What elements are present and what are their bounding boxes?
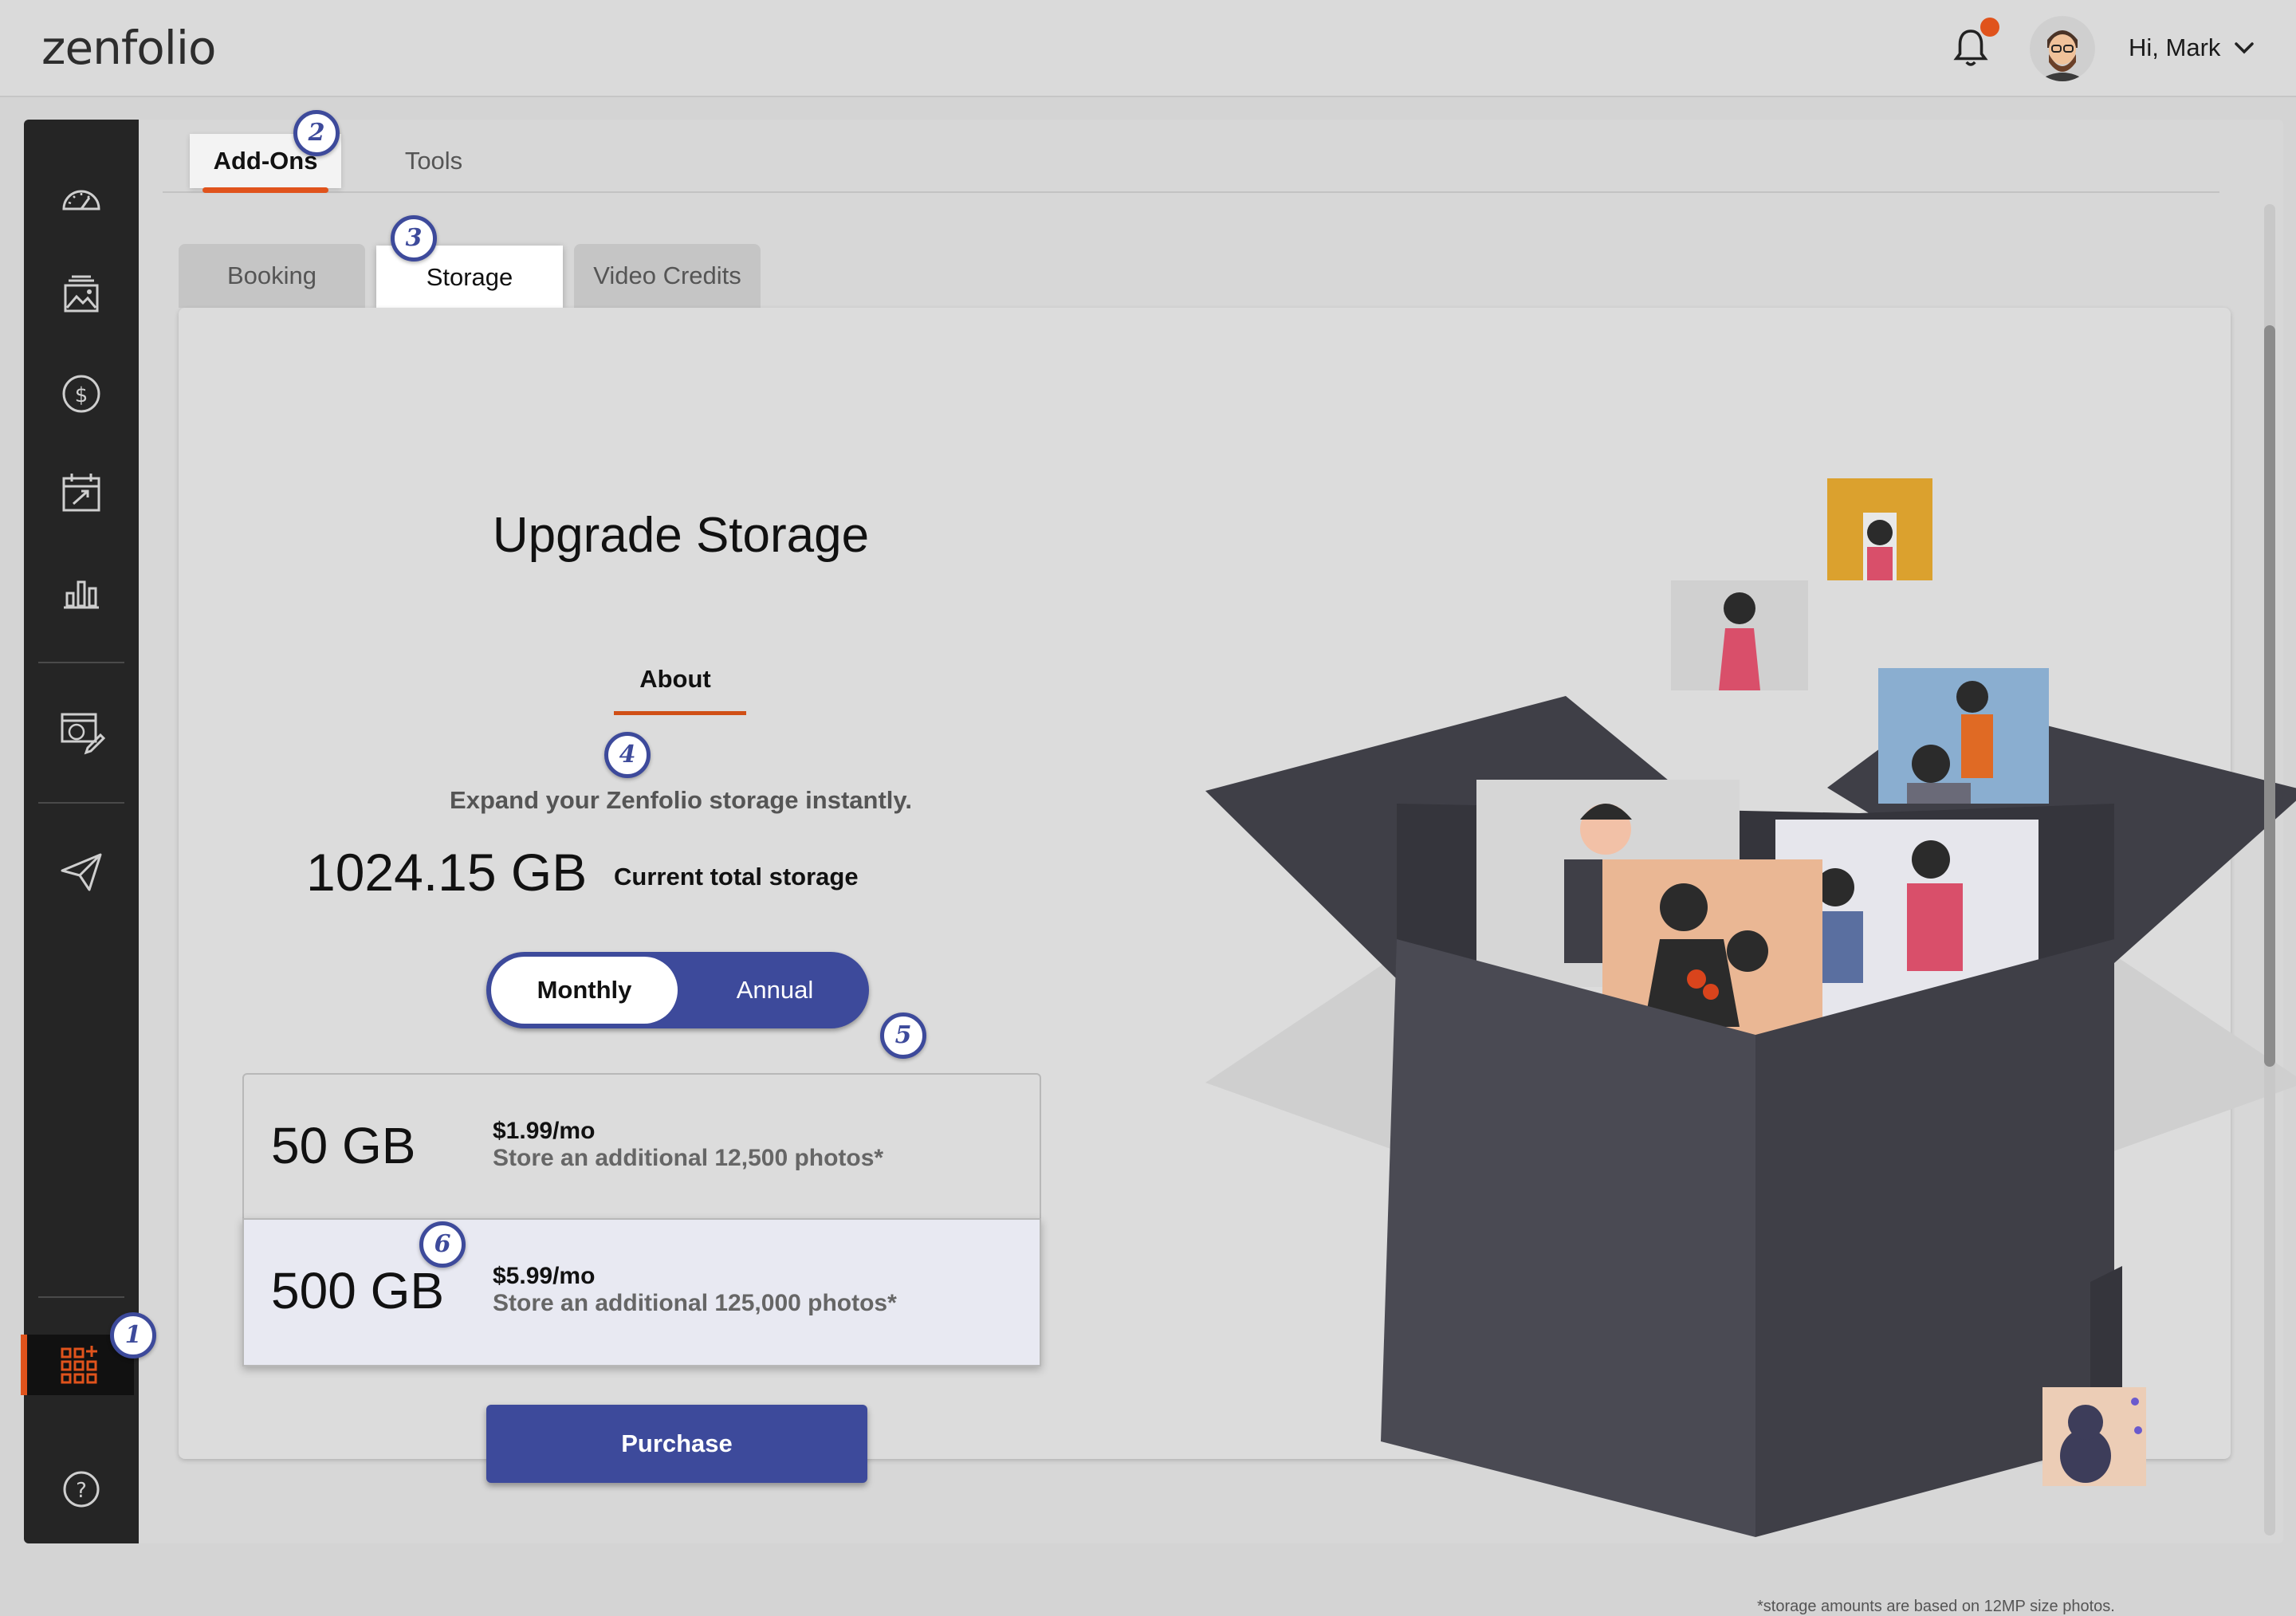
- photo-frame: [1878, 668, 2049, 804]
- step-marker: 2: [293, 110, 340, 156]
- chevron-down-icon[interactable]: [2232, 37, 2256, 59]
- step-marker: 6: [419, 1221, 466, 1268]
- annual-option[interactable]: Annual: [686, 952, 864, 1028]
- send-icon[interactable]: [56, 847, 107, 898]
- avatar[interactable]: [2030, 16, 2095, 81]
- plan-price: $1.99/mo: [493, 1118, 596, 1144]
- storage-tagline: Expand your Zenfolio storage instantly.: [450, 786, 912, 814]
- current-storage-value: 1024.15 GB: [306, 843, 588, 902]
- notification-dot: [1980, 18, 1999, 37]
- main-panel: Add-Ons Tools Booking Storage Video Cred…: [139, 120, 2296, 1615]
- scrollbar-thumb[interactable]: [2264, 325, 2275, 1067]
- plan-description: Store an additional 125,000 photos*: [493, 1290, 897, 1316]
- photo-frame: [2042, 1387, 2146, 1486]
- scrollbar[interactable]: [2264, 204, 2275, 1535]
- svg-text:$: $: [75, 383, 88, 407]
- sales-icon[interactable]: $: [56, 368, 107, 419]
- plan-price: $5.99/mo: [493, 1263, 596, 1289]
- help-icon[interactable]: ?: [56, 1464, 107, 1515]
- purchase-button[interactable]: Purchase: [486, 1405, 867, 1483]
- step-marker: 1: [110, 1312, 156, 1358]
- sidebar-divider: [38, 662, 124, 663]
- sidebar-divider: [38, 802, 124, 804]
- box-illustration: [1205, 478, 2296, 1537]
- top-bar: zenfolio Hi, Mark: [0, 0, 2296, 97]
- calendar-icon[interactable]: [56, 467, 107, 518]
- plan-description: Store an additional 12,500 photos*: [493, 1145, 884, 1171]
- tab-tools[interactable]: Tools: [386, 134, 482, 188]
- apps-icon[interactable]: [56, 1339, 107, 1390]
- photo-frame: [1671, 580, 1808, 690]
- svg-text:?: ?: [76, 1479, 87, 1503]
- photo-frame: [1827, 478, 1932, 580]
- primary-tabs: Add-Ons Tools: [163, 120, 2219, 193]
- step-marker: 4: [604, 732, 651, 778]
- page-title: Upgrade Storage: [492, 508, 870, 563]
- user-greeting[interactable]: Hi, Mark: [2129, 33, 2220, 62]
- plan-option[interactable]: 50 GB $1.99/mo Store an additional 12,50…: [242, 1073, 1041, 1221]
- billing-toggle[interactable]: Monthly Annual: [486, 952, 869, 1028]
- plan-size: 500 GB: [271, 1262, 445, 1319]
- plan-size: 50 GB: [271, 1117, 416, 1174]
- tab-booking[interactable]: Booking: [179, 244, 365, 308]
- about-link[interactable]: About: [607, 665, 743, 694]
- current-storage-label: Current total storage: [614, 863, 859, 891]
- step-marker: 3: [391, 215, 437, 261]
- footnote: *storage amounts are based on 12MP size …: [1757, 1598, 2115, 1615]
- step-marker: 5: [880, 1012, 926, 1059]
- plan-option-selected[interactable]: 500 GB $5.99/mo Store an additional 125,…: [242, 1218, 1041, 1366]
- sidebar-divider: [38, 1296, 124, 1298]
- dashboard-icon[interactable]: [56, 174, 107, 225]
- website-edit-icon[interactable]: [56, 706, 107, 757]
- gallery-icon[interactable]: [56, 271, 107, 322]
- stats-icon[interactable]: [56, 566, 107, 617]
- about-underline: [614, 711, 746, 715]
- tab-video-credits[interactable]: Video Credits: [574, 244, 761, 308]
- monthly-option[interactable]: Monthly: [491, 957, 678, 1024]
- zenfolio-logo[interactable]: zenfolio: [41, 21, 217, 75]
